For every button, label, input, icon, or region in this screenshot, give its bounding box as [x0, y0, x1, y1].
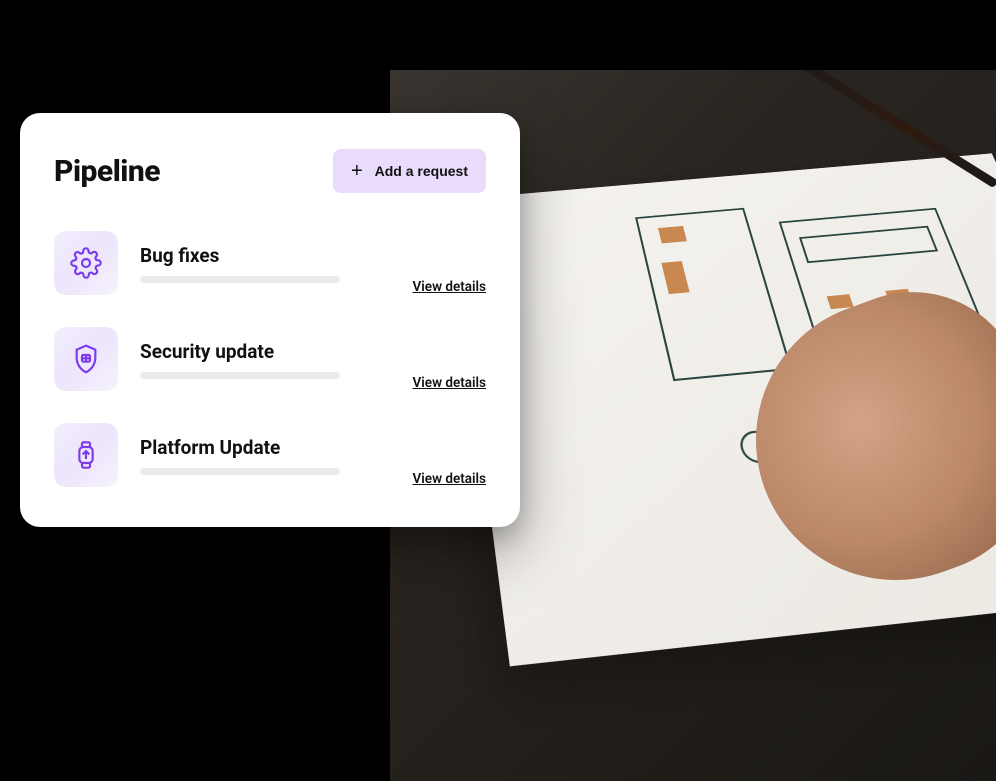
pipeline-item: Security update View details: [54, 327, 486, 391]
card-title: Pipeline: [54, 154, 160, 189]
progress-bar: [140, 468, 340, 475]
add-request-label: Add a request: [375, 163, 468, 179]
view-details-link[interactable]: View details: [413, 279, 486, 295]
add-request-button[interactable]: + Add a request: [333, 149, 486, 193]
pipeline-item: Platform Update View details: [54, 423, 486, 487]
watch-upload-icon: [54, 423, 118, 487]
item-title: Security update: [140, 340, 391, 363]
view-details-link[interactable]: View details: [413, 375, 486, 391]
item-title: Platform Update: [140, 436, 391, 459]
pipeline-item: Bug fixes View details: [54, 231, 486, 295]
plus-icon: +: [351, 161, 363, 181]
pipeline-card: Pipeline + Add a request Bug fixes View …: [20, 113, 520, 527]
card-header: Pipeline + Add a request: [54, 149, 486, 193]
progress-bar: [140, 372, 340, 379]
item-title: Bug fixes: [140, 244, 391, 267]
gear-icon: [54, 231, 118, 295]
progress-bar: [140, 276, 340, 283]
view-details-link[interactable]: View details: [413, 471, 486, 487]
shield-icon: [54, 327, 118, 391]
